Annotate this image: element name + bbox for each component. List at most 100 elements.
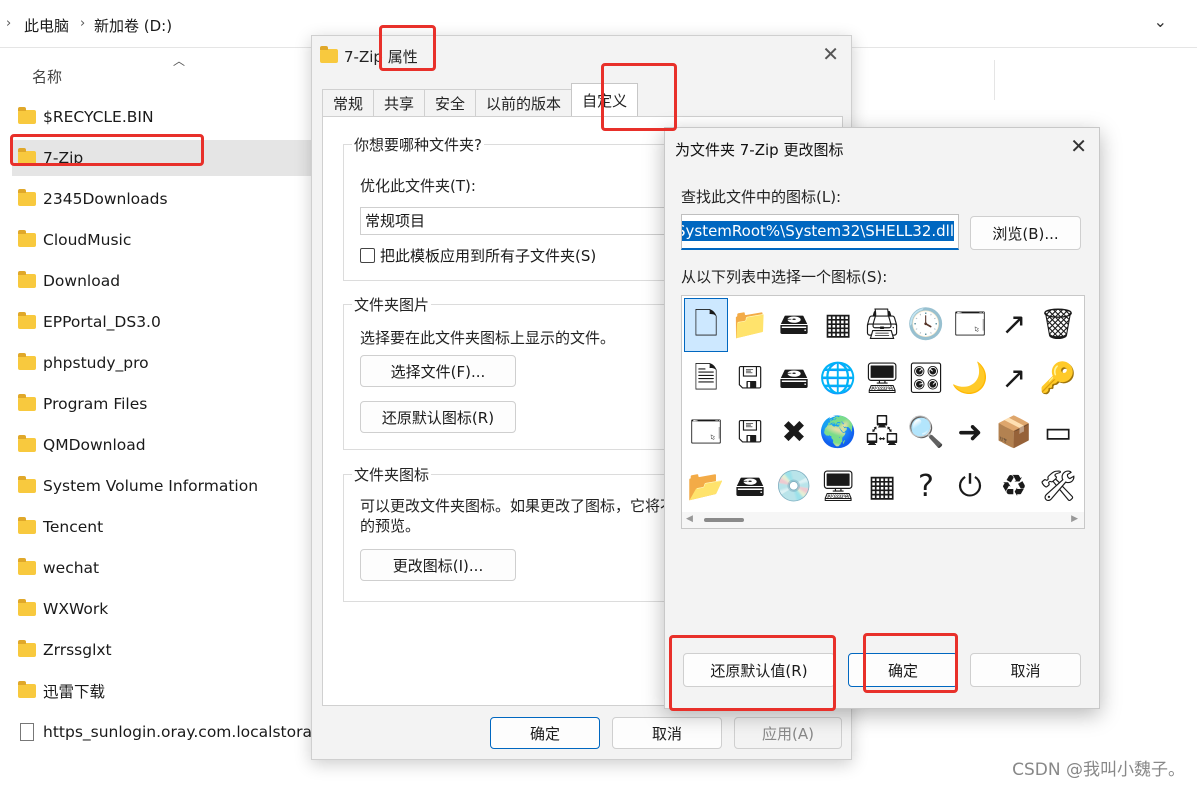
- recycle-bin-empty-icon[interactable]: ♻: [992, 460, 1036, 514]
- folder-icon: [18, 599, 36, 616]
- optimize-select[interactable]: 常规项目: [360, 207, 680, 235]
- drive-icon[interactable]: 🖴: [772, 298, 816, 352]
- printer-icon[interactable]: 🖨: [860, 298, 904, 352]
- icon-grid: 🗋 📁 🖴 ▦ 🖨 🕓 🗔 ↗ 🗑 🗎 🖫 🖴 🌐 🖥 🎛 🌙 ↗ 🔑 🗔 🖫 ✖ 🌍 🖧 🔍 ➜ 📦 ▭ 📂 🖴 💿 🖥 ▦? ⏻ ♻ 🛠: [684, 298, 1080, 514]
- tab-strip: 常规 共享 安全 以前的版本 自定义: [322, 83, 639, 117]
- file-name: WXWork: [43, 600, 109, 618]
- network-computer-icon[interactable]: 🖥: [860, 352, 904, 406]
- tab-previous-versions[interactable]: 以前的版本: [475, 89, 573, 117]
- folder-icon: [18, 271, 36, 288]
- blank-document-icon[interactable]: 🗋: [684, 298, 728, 352]
- window-shortcut-icon[interactable]: 🗔: [948, 298, 992, 352]
- list-item[interactable]: EPPortal_DS3.0: [12, 304, 312, 340]
- list-item[interactable]: WXWork: [12, 591, 312, 627]
- list-item[interactable]: phpstudy_pro: [12, 345, 312, 381]
- icon-list[interactable]: 🗋 📁 🖴 ▦ 🖨 🕓 🗔 ↗ 🗑 🗎 🖫 🖴 🌐 🖥 🎛 🌙 ↗ 🔑 🗔 🖫 ✖ 🌍 🖧 🔍 ➜ 📦 ▭ 📂 🖴 💿 🖥 ▦? ⏻ ♻ 🛠 ◀ ▶: [681, 295, 1085, 529]
- globe-icon[interactable]: 🌐: [816, 352, 860, 406]
- blue-panel-icon[interactable]: ▭: [1036, 406, 1080, 460]
- folder-icon: [18, 640, 36, 657]
- list-item[interactable]: 2345Downloads: [12, 181, 312, 217]
- breadcrumb-this-pc[interactable]: 此电脑: [24, 15, 69, 36]
- control-panel-icon[interactable]: 🎛: [904, 352, 948, 406]
- scrollbar-thumb[interactable]: [704, 518, 744, 522]
- tab-security[interactable]: 安全: [424, 89, 477, 117]
- checkbox-icon[interactable]: [360, 248, 375, 263]
- list-item[interactable]: 迅雷下载: [12, 673, 312, 709]
- shortcut-arrow-small-icon[interactable]: ↗: [992, 352, 1036, 406]
- change-icon-button[interactable]: 更改图标(I)...: [360, 549, 516, 581]
- help-question-icon[interactable]: ?: [904, 460, 948, 514]
- document-clock-icon[interactable]: 🕓: [904, 298, 948, 352]
- file-name: wechat: [43, 559, 100, 577]
- monitor-moon-icon[interactable]: 🌙: [948, 352, 992, 406]
- list-item[interactable]: Download: [12, 263, 312, 299]
- monitor-icon[interactable]: 🖥: [816, 460, 860, 514]
- removable-drive-icon[interactable]: 🖴: [772, 352, 816, 406]
- list-item[interactable]: Tencent: [12, 509, 312, 545]
- folder-icon: [18, 476, 36, 493]
- list-item[interactable]: wechat: [12, 550, 312, 586]
- folder-tools-icon[interactable]: 🛠: [1036, 460, 1080, 514]
- document-icon: [20, 723, 34, 741]
- cancel-button[interactable]: 取消: [612, 717, 722, 749]
- group-label: 文件夹图标: [352, 464, 432, 485]
- list-item[interactable]: Program Files: [12, 386, 312, 422]
- choose-file-button[interactable]: 选择文件(F)...: [360, 355, 516, 387]
- hard-drive-icon[interactable]: 🖴: [728, 460, 772, 514]
- icon-file-path-input[interactable]: SystemRoot%\System32\SHELL32.dll: [681, 214, 959, 250]
- shortcut-arrow-icon[interactable]: ↗: [992, 298, 1036, 352]
- annotation-box-properties-title: [379, 25, 436, 71]
- file-name: Download: [43, 272, 121, 290]
- column-header-name[interactable]: 名称: [32, 66, 62, 87]
- run-arrow-icon[interactable]: ➜: [948, 406, 992, 460]
- folder-key-icon[interactable]: 🔑: [1036, 352, 1080, 406]
- power-icon[interactable]: ⏻: [948, 460, 992, 514]
- tab-sharing[interactable]: 共享: [373, 89, 426, 117]
- list-item[interactable]: QMDownload: [12, 427, 312, 463]
- recycle-bin-full-icon[interactable]: 🗑: [1036, 298, 1080, 352]
- chevron-right-icon[interactable]: ›: [6, 16, 11, 31]
- find-icons-label: 查找此文件中的图标(L):: [681, 188, 842, 206]
- network-globe-icon[interactable]: 🌍: [816, 406, 860, 460]
- chevron-down-icon[interactable]: ⌄: [1154, 12, 1167, 31]
- disconnected-drive-icon[interactable]: ✖: [772, 406, 816, 460]
- close-icon[interactable]: ✕: [1070, 134, 1087, 158]
- tab-general[interactable]: 常规: [322, 89, 375, 117]
- folder-icon[interactable]: 📁: [728, 298, 772, 352]
- breadcrumb-drive-d[interactable]: 新加卷 (D:): [94, 15, 172, 36]
- application-window-icon[interactable]: 🗔: [684, 406, 728, 460]
- ok-button[interactable]: 确定: [490, 717, 600, 749]
- floppy-drive-icon[interactable]: 🖫: [728, 352, 772, 406]
- search-magnifier-icon[interactable]: 🔍: [904, 406, 948, 460]
- apply-button[interactable]: 应用(A): [734, 717, 842, 749]
- file-name: QMDownload: [43, 436, 146, 454]
- apply-subfolders-checkbox[interactable]: 把此模板应用到所有子文件夹(S): [360, 245, 596, 266]
- chip-icon[interactable]: ▦: [816, 298, 860, 352]
- list-item[interactable]: System Volume Information: [12, 468, 312, 504]
- scroll-left-icon[interactable]: ◀: [686, 514, 693, 524]
- cancel-button[interactable]: 取消: [970, 653, 1081, 687]
- box-icon[interactable]: 📦: [992, 406, 1036, 460]
- close-icon[interactable]: ✕: [822, 42, 839, 66]
- cd-drive-icon[interactable]: 💿: [772, 460, 816, 514]
- list-item[interactable]: Zrrssglxt: [12, 632, 312, 668]
- list-item[interactable]: $RECYCLE.BIN: [12, 99, 312, 135]
- scroll-right-icon[interactable]: ▶: [1071, 514, 1078, 524]
- chevron-right-icon[interactable]: ›: [80, 16, 85, 31]
- browse-button[interactable]: 浏览(B)...: [970, 216, 1081, 250]
- floppy-drive-2-icon[interactable]: 🖫: [728, 406, 772, 460]
- yellow-folder-icon[interactable]: 📂: [684, 460, 728, 514]
- file-name: System Volume Information: [43, 477, 259, 495]
- annotation-box-ok: [863, 633, 958, 693]
- network-devices-icon[interactable]: 🖧: [860, 406, 904, 460]
- horizontal-scrollbar[interactable]: ◀ ▶: [682, 512, 1084, 528]
- change-icon-dialog: 为文件夹 7-Zip 更改图标 ✕ 查找此文件中的图标(L): SystemRo…: [664, 127, 1100, 709]
- list-item[interactable]: https_sunlogin.oray.com.localstorage: [12, 714, 331, 750]
- text-document-icon[interactable]: 🗎: [684, 352, 728, 406]
- folder-icon: [18, 189, 36, 206]
- list-item[interactable]: CloudMusic: [12, 222, 312, 258]
- annotation-box-7zip: [10, 134, 204, 166]
- file-name: CloudMusic: [43, 231, 132, 249]
- restore-default-icon-button[interactable]: 还原默认图标(R): [360, 401, 516, 433]
- folder-grid-icon[interactable]: ▦: [860, 460, 904, 514]
